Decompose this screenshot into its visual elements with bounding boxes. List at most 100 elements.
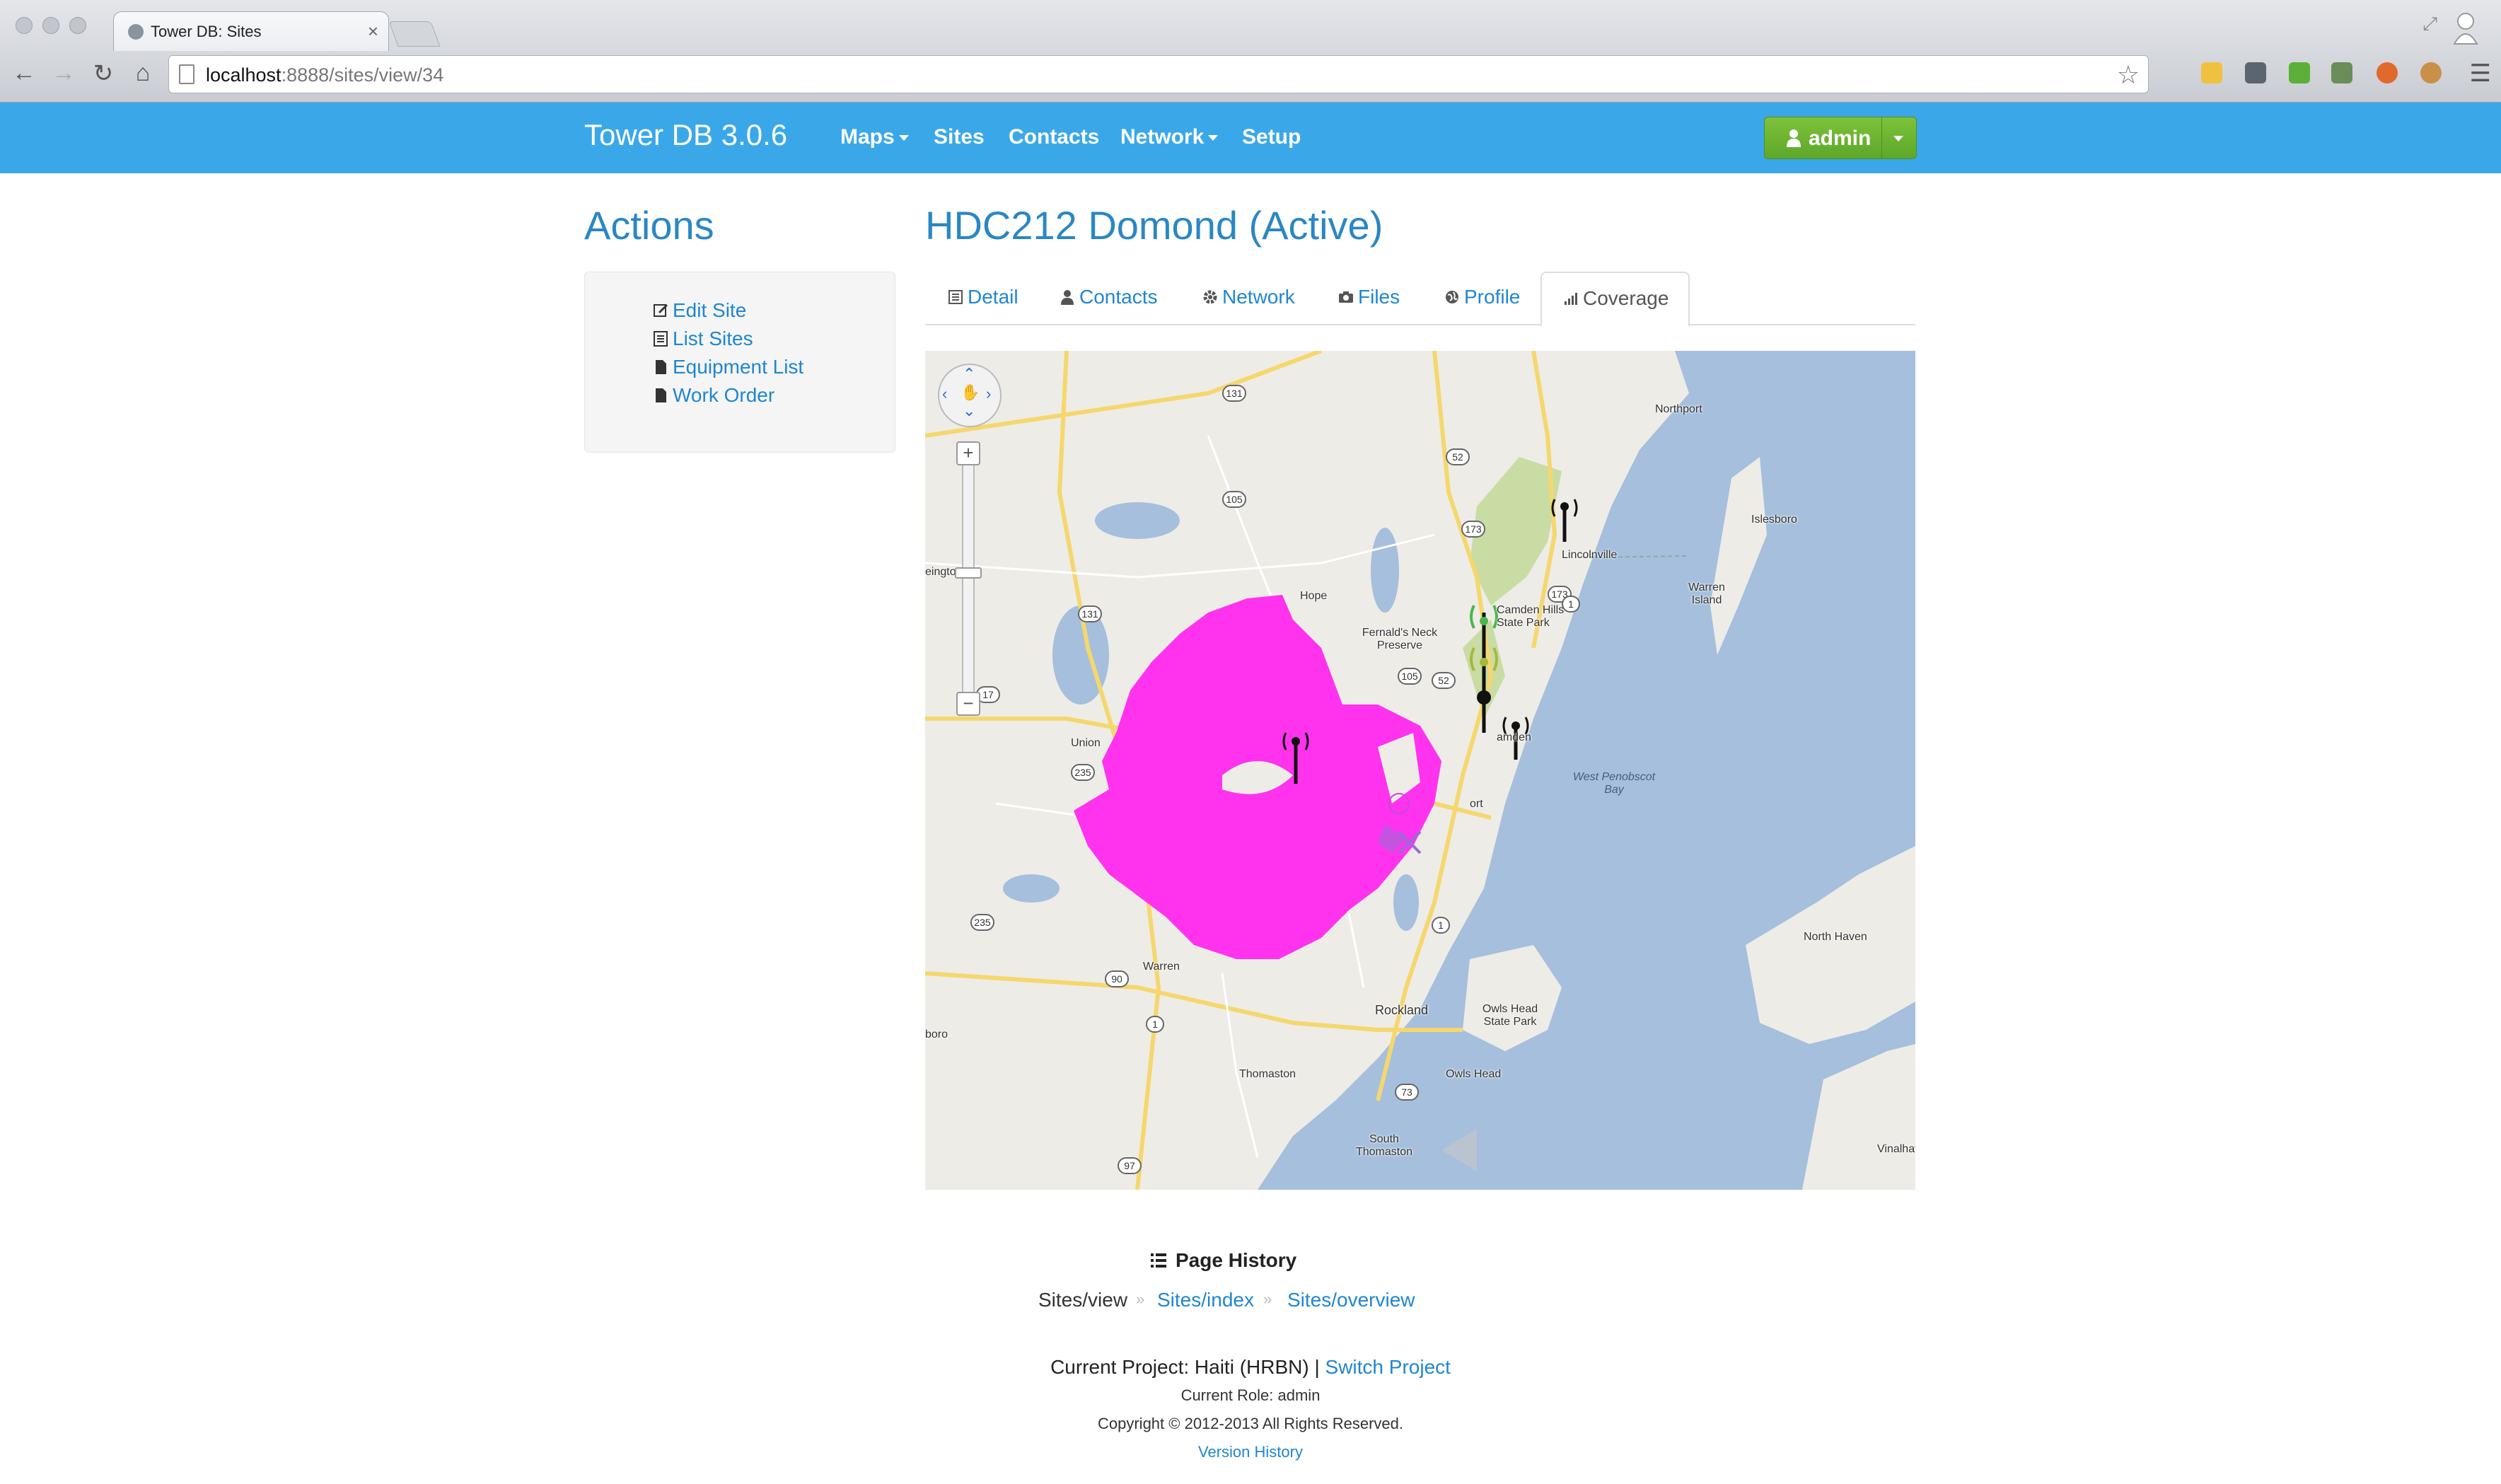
list-icon: [654, 331, 668, 347]
switch-project-link[interactable]: Switch Project: [1325, 1356, 1451, 1378]
road-shield: 97: [1118, 1157, 1142, 1174]
globe-icon: [128, 24, 144, 40]
window-zoom-button[interactable]: [69, 17, 86, 34]
road-shield: 1: [1146, 1016, 1164, 1033]
map-label: Islesboro: [1751, 514, 1797, 526]
owls-head-peninsula: [1463, 945, 1562, 1051]
map-label: North Haven: [1804, 931, 1867, 943]
road-shield: 131: [1222, 385, 1246, 402]
browser-chrome: Tower DB: Sites × ⤢ ← → ↻ ⌂ localhost:88…: [0, 0, 2501, 103]
map-label: Thomaston: [1239, 1068, 1296, 1080]
browser-tab[interactable]: Tower DB: Sites ×: [113, 11, 389, 51]
user-icon: [1787, 129, 1801, 147]
fullscreen-icon[interactable]: ⤢: [2422, 13, 2437, 35]
action-edit-site[interactable]: Edit Site: [653, 299, 746, 322]
window-minimize-button[interactable]: [42, 17, 59, 34]
breadcrumb-sites-overview[interactable]: Sites/overview: [1287, 1289, 1415, 1311]
pan-up-icon[interactable]: ⌃: [963, 365, 975, 383]
pan-down-icon[interactable]: ⌄: [963, 402, 975, 420]
map-label: Rockland: [1375, 1003, 1429, 1017]
page-title: HDC212 Domond (Active): [925, 203, 1383, 248]
eyedropper-extension-icon[interactable]: [2245, 62, 2266, 83]
tab-coverage[interactable]: Coverage: [1540, 272, 1690, 327]
home-icon[interactable]: ⌂: [129, 59, 157, 87]
app-navbar: Tower DB 3.0.6 Maps Sites Contacts Netwo…: [0, 103, 2501, 173]
pan-right-icon[interactable]: ›: [986, 385, 991, 403]
copyright: Copyright © 2012-2013 All Rights Reserve…: [1098, 1415, 1403, 1432]
map-label: Northport: [1655, 403, 1702, 415]
road-shield: 235: [970, 914, 994, 931]
tab-contacts[interactable]: Contacts: [1060, 286, 1158, 308]
road-shield: 73: [1395, 1084, 1419, 1101]
user-icon: [1061, 290, 1074, 305]
lock-extension-icon[interactable]: [2201, 62, 2222, 83]
actions-panel: Edit Site List Sites Equipment List Work…: [584, 272, 895, 453]
road-shield: 105: [1398, 668, 1422, 685]
tab-files[interactable]: Files: [1338, 286, 1400, 308]
camera-icon: [1339, 291, 1353, 303]
islesboro-island: [1710, 457, 1767, 655]
map-label: Warren: [1143, 961, 1180, 973]
map-label: ort: [1470, 798, 1483, 810]
zoom-in-button[interactable]: +: [956, 441, 980, 465]
user-dropdown-toggle[interactable]: [1882, 117, 1916, 158]
tab-profile[interactable]: Profile: [1444, 286, 1520, 308]
breadcrumb-current: Sites/view: [1038, 1289, 1128, 1311]
map-label: Warren Island: [1688, 581, 1725, 606]
breadcrumb-separator: »: [1263, 1290, 1272, 1308]
nav-sites[interactable]: Sites: [934, 125, 985, 149]
action-list-sites[interactable]: List Sites: [653, 327, 753, 350]
new-tab-button[interactable]: [388, 21, 441, 47]
pan-left-icon[interactable]: ‹: [942, 385, 947, 403]
tab-detail[interactable]: Detail: [948, 286, 1019, 308]
pan-control[interactable]: ⌃ ‹ › ⌄ ✋: [938, 364, 1002, 427]
version-history-link[interactable]: Version History: [0, 1443, 2501, 1461]
zoom-out-button[interactable]: −: [956, 692, 980, 716]
profile-icon[interactable]: [2451, 10, 2480, 45]
brand-logo[interactable]: Tower DB 3.0.6: [584, 118, 787, 152]
edit-icon: [654, 304, 668, 317]
user-name: admin: [1809, 127, 1872, 150]
zoom-slider-thumb[interactable]: [955, 567, 982, 579]
address-bar[interactable]: localhost:8888/sites/view/34 ☆: [168, 55, 2149, 93]
nav-network[interactable]: Network: [1120, 125, 1219, 149]
breadcrumb-sites-index[interactable]: Sites/index: [1157, 1289, 1254, 1311]
signal-bars-icon: [1565, 293, 1577, 305]
road-shield: 1: [1432, 917, 1450, 934]
user-button[interactable]: admin: [1765, 117, 1882, 158]
sidebar-title: Actions: [584, 203, 714, 248]
user-menu-button[interactable]: admin: [1764, 117, 1917, 159]
forward-icon[interactable]: →: [50, 59, 78, 87]
gear-icon: [1203, 290, 1217, 304]
action-equipment-list[interactable]: Equipment List: [653, 356, 803, 378]
map-label: Hope: [1300, 590, 1328, 602]
file-icon: [656, 388, 666, 402]
back-icon[interactable]: ←: [10, 59, 38, 87]
printer-extension-icon[interactable]: [2289, 62, 2310, 83]
list-icon: [948, 290, 963, 304]
coverage-map[interactable]: Northport Islesboro Lincolnville Warren …: [925, 351, 1915, 1190]
url-text: localhost:8888/sites/view/34: [206, 64, 444, 86]
nav-maps[interactable]: Maps: [840, 125, 909, 149]
block-extension-icon[interactable]: [2377, 62, 2398, 83]
page-history-title: Page History: [1150, 1249, 1296, 1272]
tab-close-icon[interactable]: ×: [368, 21, 378, 42]
nav-setup[interactable]: Setup: [1242, 125, 1301, 149]
list-icon: [1151, 1253, 1166, 1268]
page-icon: [179, 64, 195, 84]
nav-contacts[interactable]: Contacts: [1009, 125, 1099, 149]
action-work-order[interactable]: Work Order: [653, 384, 774, 407]
puzzle-extension-icon[interactable]: [2331, 62, 2352, 83]
map-label: Union: [1071, 737, 1101, 749]
map-label: Fernald's Neck Preserve: [1362, 627, 1438, 651]
map-label: Owls Head: [1446, 1068, 1502, 1080]
tab-network[interactable]: Network: [1202, 286, 1295, 308]
chevron-down-icon: [898, 135, 909, 141]
bookmark-star-icon[interactable]: ☆: [2117, 60, 2140, 90]
reload-icon[interactable]: ↻: [89, 59, 117, 88]
hand-icon: ✋: [961, 383, 980, 401]
browser-menu-icon[interactable]: ☰: [2470, 59, 2491, 88]
window-close-button[interactable]: [16, 17, 33, 34]
cookie-extension-icon[interactable]: [2420, 62, 2442, 83]
map-label: amden: [1497, 731, 1531, 743]
